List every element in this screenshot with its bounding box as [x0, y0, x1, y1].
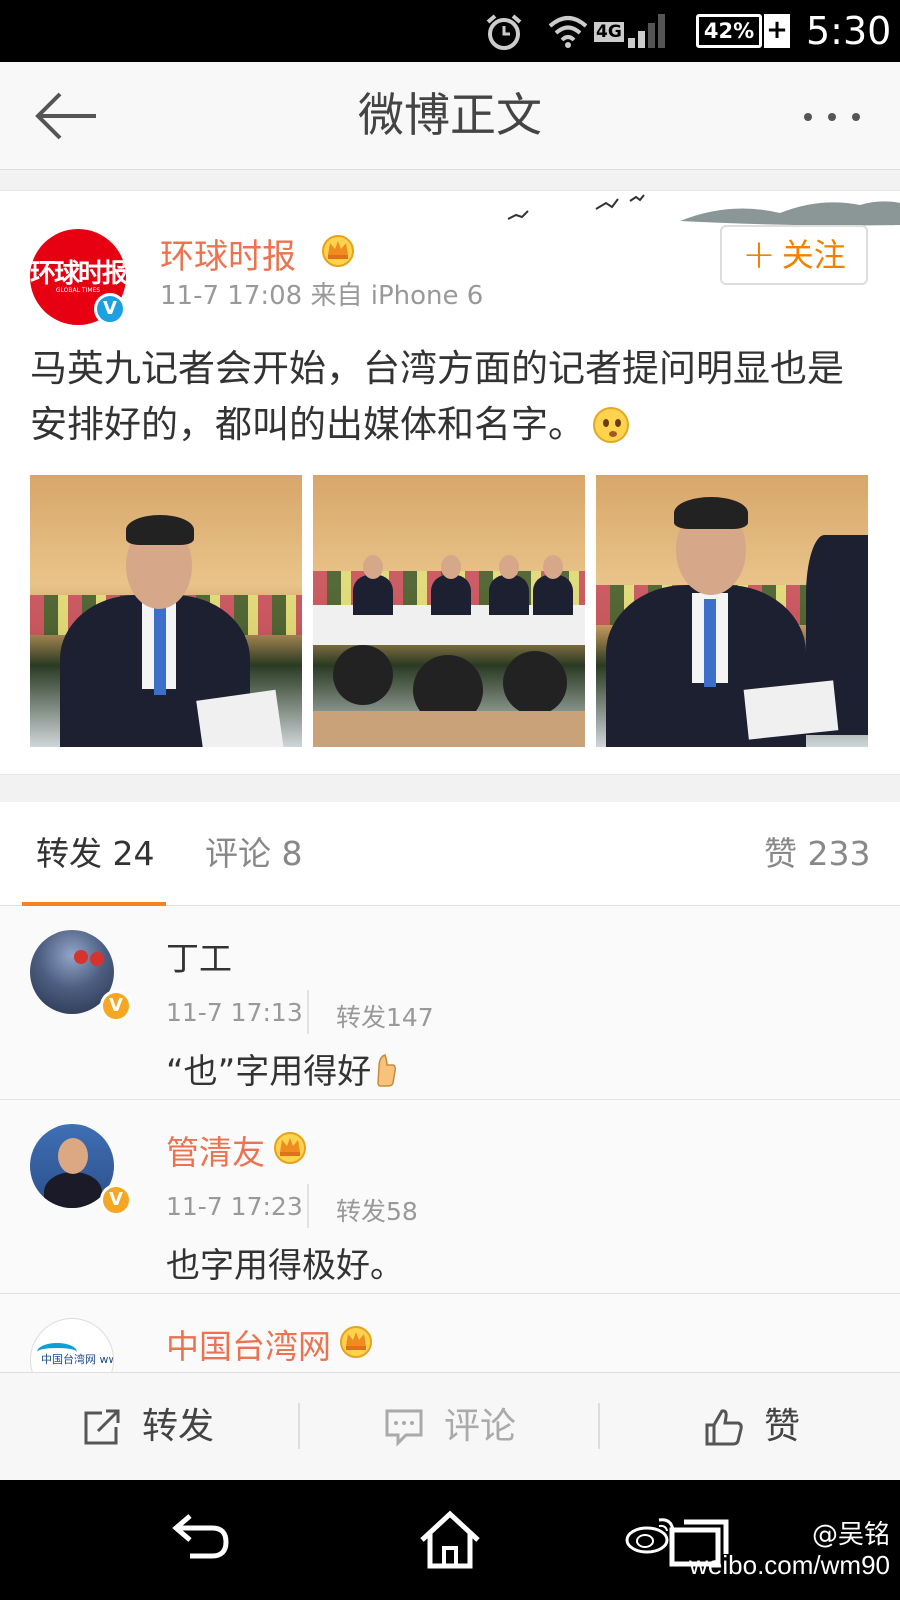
clock: 5:30 [806, 9, 892, 53]
tab-reposts[interactable]: 转发 24 [36, 802, 154, 906]
repost-user-name[interactable]: 管清友 [166, 1126, 265, 1174]
watermark-url: weibo.com/wm90 [689, 1550, 890, 1580]
nav-home-icon[interactable] [418, 1510, 482, 1570]
like-button[interactable]: 赞 [600, 1373, 900, 1481]
post-photo-1[interactable] [30, 475, 302, 747]
author-name[interactable]: 环球时报 [160, 229, 296, 278]
crown-icon [340, 1326, 372, 1358]
battery-icon: 42% [696, 14, 762, 48]
action-bar: 转发 评论 赞 [0, 1372, 900, 1480]
more-icon[interactable] [800, 102, 864, 132]
avatar-logo-text: 环球时报 [30, 259, 126, 289]
network-type: 4G [594, 22, 624, 42]
repost-item[interactable]: V 丁工 11-7 17:13 转发147 “也”字用得好 [0, 906, 900, 1100]
follow-button[interactable]: + 关注 [720, 225, 868, 285]
back-arrow-icon[interactable] [34, 90, 98, 142]
tab-likes[interactable]: 赞 233 [764, 802, 870, 906]
battery-level: 42% [703, 19, 755, 43]
verified-badge: V [100, 990, 132, 1022]
tab-comments[interactable]: 评论 8 [205, 802, 303, 906]
divider [307, 990, 309, 1034]
follow-label: 关注 [781, 236, 846, 274]
verified-badge: V [100, 1184, 132, 1216]
watermark: @吴铭 weibo.com/wm90 [625, 1518, 890, 1580]
avatar-logo-text: 中国台湾网 www.taiwan.cn [41, 1353, 113, 1366]
charging-icon: + [764, 14, 790, 48]
status-bar: 4G 42% + 5:30 [0, 0, 900, 62]
signal-icon [628, 14, 665, 48]
page-title: 微博正文 [358, 88, 542, 142]
repost-time: 11-7 17:13 [166, 998, 303, 1027]
post-card: 环球时报 GLOBAL TIMES V 环球时报 11-7 17:08 来自 i… [0, 190, 900, 775]
post-meta: 11-7 17:08 来自 iPhone 6 [160, 281, 484, 311]
post-text: 马英九记者会开始，台湾方面的记者提问明显也是安排好的，都叫的出媒体和名字。 [30, 347, 844, 446]
repost-button[interactable]: 转发 [0, 1373, 300, 1481]
watermark-handle: @吴铭 [811, 1520, 890, 1550]
repost-user-name[interactable]: 丁工 [166, 932, 232, 980]
emoji-icon [593, 407, 629, 443]
plus-icon: + [742, 232, 776, 278]
thumbs-up-emoji-icon [377, 1054, 397, 1087]
crown-icon [322, 235, 354, 267]
repost-text: “也”字用得好 [166, 1044, 397, 1093]
divider [307, 1184, 309, 1228]
comment-button[interactable]: 评论 [300, 1373, 600, 1481]
repost-icon [84, 1409, 120, 1445]
title-bar: 微博正文 [0, 62, 900, 170]
repost-text-content: “也”字用得好 [166, 1052, 372, 1092]
like-icon [705, 1409, 743, 1446]
repost-item[interactable]: V 管清友 11-7 17:23 转发58 也字用得极好。 [0, 1100, 900, 1294]
nav-back-icon[interactable] [168, 1510, 232, 1570]
post-photo-2[interactable] [313, 475, 585, 747]
like-label: 赞 [764, 1406, 801, 1447]
repost-count: 转发147 [336, 1003, 434, 1032]
comment-icon [385, 1409, 423, 1447]
post-tabs: 转发 24 评论 8 赞 233 [0, 802, 900, 906]
comment-label: 评论 [444, 1406, 517, 1447]
verified-badge: V [94, 293, 126, 325]
repost-user-name[interactable]: 中国台湾网 [166, 1320, 331, 1368]
weibo-logo-icon [625, 1518, 675, 1554]
repost-time: 11-7 17:23 [166, 1192, 303, 1221]
post-content: 马英九记者会开始，台湾方面的记者提问明显也是安排好的，都叫的出媒体和名字。 [30, 341, 875, 453]
repost-count: 转发58 [336, 1197, 418, 1226]
post-photo-3[interactable] [596, 475, 868, 747]
alarm-icon [486, 14, 522, 50]
repost-text: 也字用得极好。 [166, 1246, 404, 1286]
crown-icon [274, 1132, 306, 1164]
wifi-icon [548, 16, 588, 48]
repost-label: 转发 [142, 1406, 215, 1447]
